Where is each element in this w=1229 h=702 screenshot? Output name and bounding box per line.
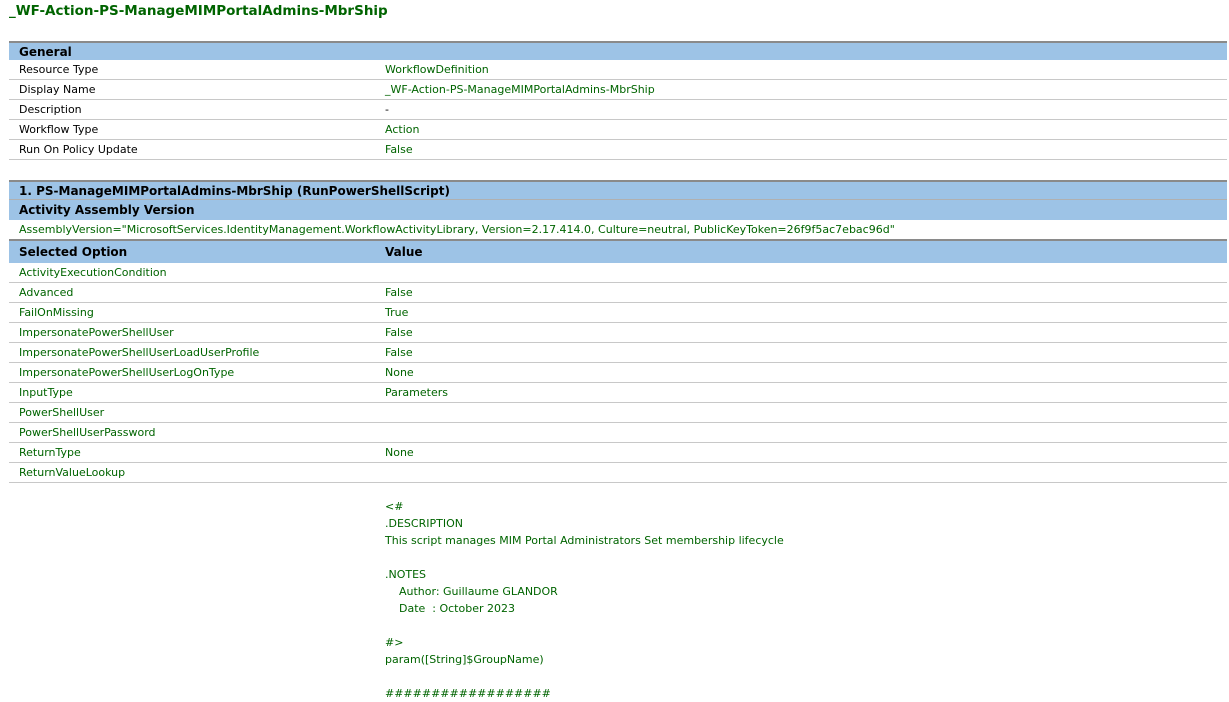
row-value: - bbox=[385, 103, 389, 116]
option-value: None bbox=[385, 366, 414, 379]
row-value: Action bbox=[385, 123, 420, 136]
row-label: Resource Type bbox=[19, 63, 99, 76]
page-title: _WF-Action-PS-ManageMIMPortalAdmins-MbrS… bbox=[9, 3, 388, 19]
row-label: Workflow Type bbox=[19, 123, 99, 136]
option-label: ReturnType bbox=[19, 446, 81, 459]
general-row-run-on-policy-update: Run On Policy Update False bbox=[9, 140, 1227, 160]
assembly-value: AssemblyVersion="MicrosoftServices.Ident… bbox=[19, 223, 895, 236]
options-column-header: Selected Option Value bbox=[9, 241, 1227, 263]
option-value: False bbox=[385, 326, 413, 339]
option-value: True bbox=[385, 306, 409, 319]
option-label: PowerShellUser bbox=[19, 406, 105, 419]
option-row: ReturnValueLookup bbox=[9, 463, 1227, 483]
option-label: ReturnValueLookup bbox=[19, 466, 126, 479]
option-label: FailOnMissing bbox=[19, 306, 94, 319]
column-header-value: Value bbox=[385, 245, 423, 259]
option-row: PowerShellUserPassword bbox=[9, 423, 1227, 443]
general-row-display-name: Display Name _WF-Action-PS-ManageMIMPort… bbox=[9, 80, 1227, 100]
activity-section-header: 1. PS-ManageMIMPortalAdmins-MbrShip (Run… bbox=[9, 180, 1227, 199]
option-value: Parameters bbox=[385, 386, 448, 399]
option-value: False bbox=[385, 346, 413, 359]
option-row: ReturnType None bbox=[9, 443, 1227, 463]
option-row: ImpersonatePowerShellUser False bbox=[9, 323, 1227, 343]
option-row: ImpersonatePowerShellUserLogOnType None bbox=[9, 363, 1227, 383]
option-row: Advanced False bbox=[9, 283, 1227, 303]
option-label: ImpersonatePowerShellUserLogOnType bbox=[19, 366, 235, 379]
script-block: <# .DESCRIPTION This script manages MIM … bbox=[385, 500, 784, 700]
option-row: ImpersonatePowerShellUserLoadUserProfile… bbox=[9, 343, 1227, 363]
row-label: Display Name bbox=[19, 83, 96, 96]
option-label: InputType bbox=[19, 386, 73, 399]
general-section-header: General bbox=[9, 41, 1227, 60]
row-value: _WF-Action-PS-ManageMIMPortalAdmins-MbrS… bbox=[385, 83, 655, 96]
column-header-option: Selected Option bbox=[19, 245, 128, 259]
option-value: False bbox=[385, 286, 413, 299]
option-label: ActivityExecutionCondition bbox=[19, 266, 167, 279]
option-row: FailOnMissing True bbox=[9, 303, 1227, 323]
option-label: ImpersonatePowerShellUser bbox=[19, 326, 174, 339]
title-bar: _WF-Action-PS-ManageMIMPortalAdmins-MbrS… bbox=[0, 0, 1229, 30]
assembly-row: AssemblyVersion="MicrosoftServices.Ident… bbox=[9, 220, 1227, 241]
row-value: False bbox=[385, 143, 413, 156]
option-row: PowerShellUser bbox=[9, 403, 1227, 423]
general-row-description: Description - bbox=[9, 100, 1227, 120]
assembly-header: Activity Assembly Version bbox=[9, 199, 1227, 220]
option-row: InputType Parameters bbox=[9, 383, 1227, 403]
general-row-workflow-type: Workflow Type Action bbox=[9, 120, 1227, 140]
general-table: Resource Type WorkflowDefinition Display… bbox=[9, 60, 1227, 160]
option-label: PowerShellUserPassword bbox=[19, 426, 156, 439]
general-row-resource-type: Resource Type WorkflowDefinition bbox=[9, 60, 1227, 80]
option-row: ActivityExecutionCondition bbox=[9, 263, 1227, 283]
row-value: WorkflowDefinition bbox=[385, 63, 489, 76]
row-label: Description bbox=[19, 103, 82, 116]
row-label: Run On Policy Update bbox=[19, 143, 138, 156]
option-label: ImpersonatePowerShellUserLoadUserProfile bbox=[19, 346, 260, 359]
option-value: None bbox=[385, 446, 414, 459]
option-label: Advanced bbox=[19, 286, 74, 299]
report: General Resource Type WorkflowDefinition… bbox=[9, 41, 1227, 483]
options-table: ActivityExecutionCondition Advanced Fals… bbox=[9, 263, 1227, 483]
